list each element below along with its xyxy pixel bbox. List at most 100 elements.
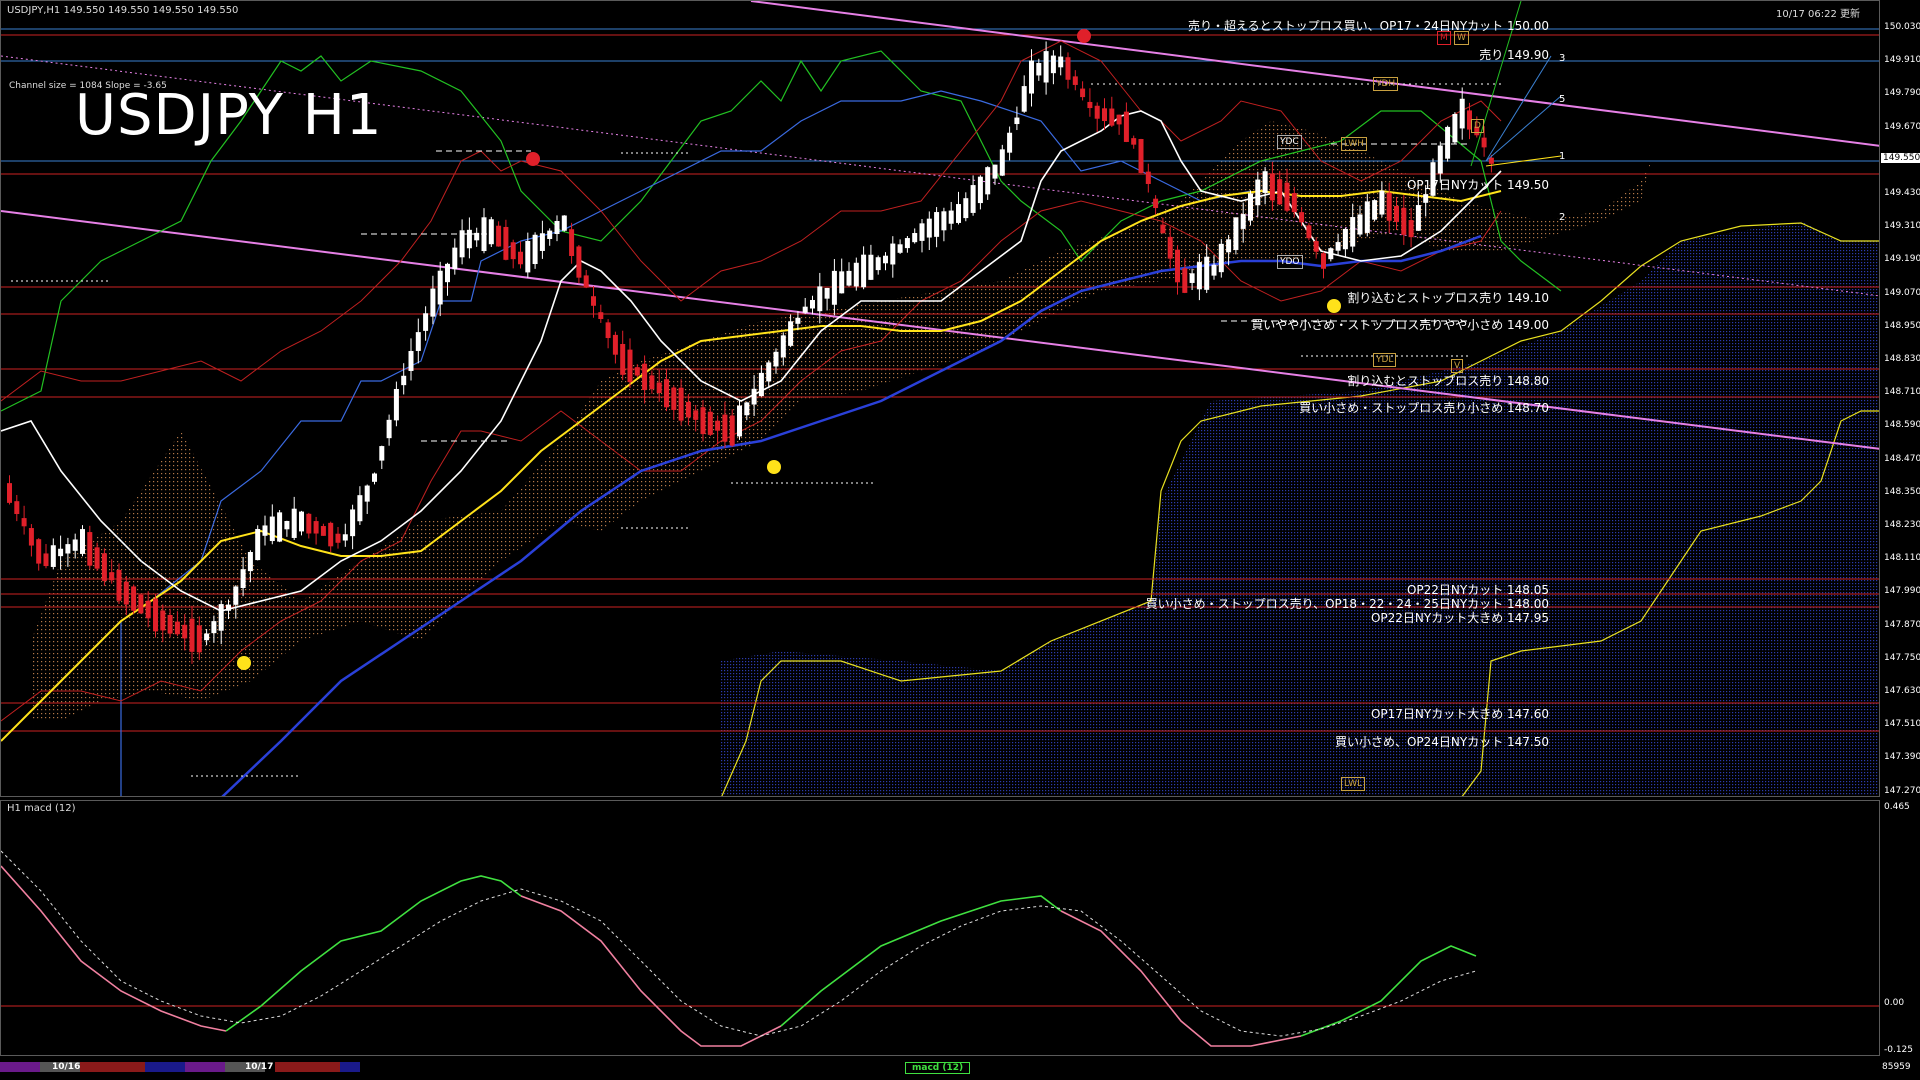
candle-body [65,544,71,554]
price-axis-tick: 148.590 [1884,420,1920,431]
price-axis-tick: 149.070 [1884,287,1920,298]
candle-body [269,516,275,542]
candle-body [656,382,662,394]
candle-body [1372,200,1378,220]
price-axis-tick: 149.910 [1884,55,1920,66]
candle-body [123,581,129,605]
candle-body [101,553,107,581]
candle-body [510,242,516,260]
macd-signal-line [1,850,1477,1037]
tag-lwl: LWL [1341,777,1366,791]
candle-body [1401,207,1407,235]
tag-d: D [1471,119,1484,133]
candle-body [1379,190,1385,215]
candle-body [664,379,669,408]
candle-body [1160,224,1166,234]
candle-body [678,387,684,421]
annotation-149-50: OP17日NYカット 149.50 [1406,178,1549,192]
candle-body [1145,171,1151,184]
date-label-2: 10/17 [245,1062,274,1072]
candle-body [1021,86,1027,112]
wave-label-3: 3 [1559,53,1566,64]
candle-body [1255,179,1261,206]
annotation-147-50: 買い小さめ、OP24日NYカット 147.50 [1334,735,1549,749]
candle-body [437,270,443,305]
candle-body [72,539,78,551]
candle-body [1240,214,1246,229]
candle-body [182,624,188,639]
candle-body [591,296,596,306]
candle-body [737,405,742,437]
price-axis-tick: 148.950 [1884,320,1920,331]
candle-body [364,485,370,502]
candle-body [1175,249,1180,283]
candle-body [1050,55,1056,74]
candle-body [1321,253,1326,269]
candle-body [729,415,735,446]
candle-body [1415,205,1421,231]
candle-body [350,509,356,537]
signal-marker-buy-3 [1327,299,1341,313]
candle-body [1167,236,1173,259]
macd-axis-zero: 0.00 [1884,998,1905,1008]
wave-label-5: 5 [1559,94,1566,105]
candle-body [1065,57,1071,80]
candle-body [1342,228,1348,250]
macd-tab[interactable]: macd (12) [905,1062,971,1074]
candle-body [1233,217,1239,250]
candle-body [379,446,385,461]
candle-body [642,363,648,390]
candle-body [1481,137,1487,148]
candle-body [145,600,151,619]
candle-body [904,238,910,249]
candle-body [1269,173,1275,201]
macd-label: H1 macd (12) [7,803,76,814]
candle-body [43,553,49,567]
candle-body [846,270,852,286]
price-axis-tick: 148.350 [1884,486,1920,497]
tag-m: M [1437,31,1451,45]
price-chart-panel[interactable]: USDJPY,H1 149.550 149.550 149.550 149.55… [0,0,1880,797]
candle-body [948,210,954,224]
price-axis-tick: 148.110 [1884,553,1920,564]
candle-body [810,300,815,309]
candle-body [912,233,918,243]
macd-canvas[interactable] [1,801,1880,1056]
candle-body [1204,256,1210,290]
candle-body [1306,225,1312,239]
time-axis-bar[interactable]: 10/16 10/17 macd (12) 85959 [0,1058,1920,1080]
candle-body [883,255,888,264]
candle-body [1328,248,1334,260]
candle-body [926,218,932,238]
price-axis-tick: 148.710 [1884,387,1920,398]
candle-body [1029,60,1034,94]
candle-body [992,164,998,179]
candle-body [693,410,699,420]
candle-body [722,414,728,442]
wave-label-1: 1 [1559,151,1566,162]
candle-body [160,610,166,631]
candle-body [138,594,144,614]
candle-body [211,621,217,634]
candle-body [518,251,523,265]
candle-body [131,586,137,611]
candle-body [50,545,56,567]
candle-body [415,332,421,351]
candle-body [401,375,407,386]
candle-body [1357,214,1363,235]
annotation-149-10: 割り込むとストップロス売り 149.10 [1347,291,1549,305]
candle-body [1218,243,1224,273]
candle-body [1182,268,1188,293]
candle-body [561,215,567,231]
candle-body [21,518,27,527]
candle-body [153,598,158,632]
price-axis-tick: 149.790 [1884,88,1920,99]
candle-body [299,511,304,532]
candle-body [7,483,12,503]
candle-body [795,317,801,324]
candle-body [1386,192,1392,221]
macd-panel[interactable]: H1 macd (12) [0,800,1880,1056]
candle-body [583,275,589,288]
candle-body [328,522,334,547]
price-axis[interactable]: 150.030 149.910 149.790 149.670 149.550 149.4… [1880,0,1920,797]
